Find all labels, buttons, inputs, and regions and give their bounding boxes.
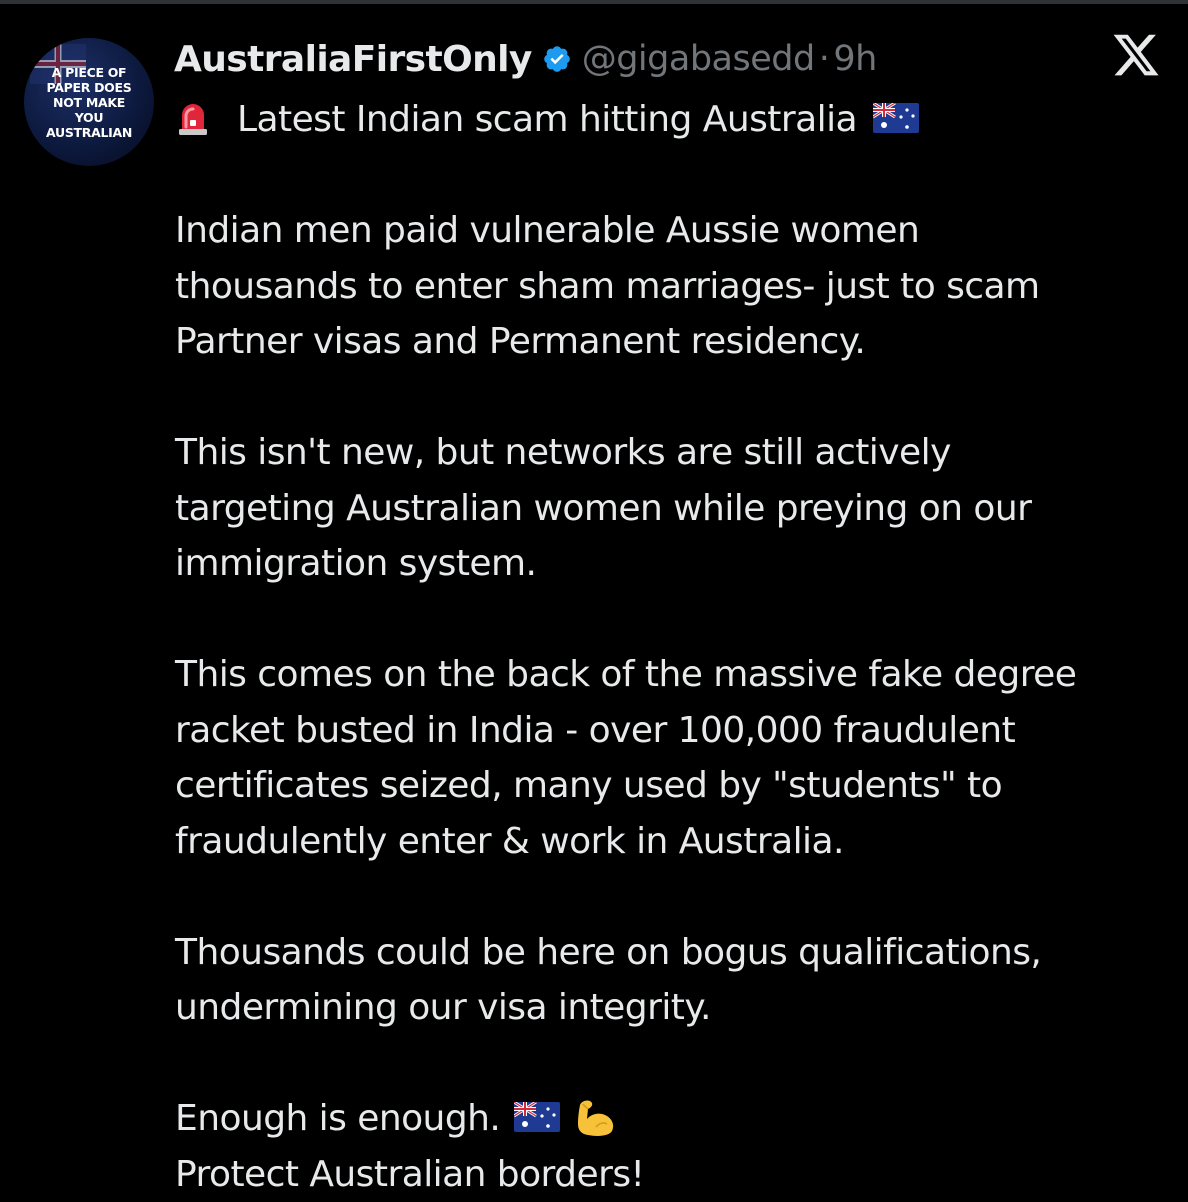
paragraph-gap bbox=[175, 869, 1175, 925]
body-line: fraudulently enter & work in Australia. bbox=[175, 814, 1175, 870]
body-line: racket busted in India - over 100,000 fr… bbox=[175, 703, 1175, 759]
body-line: targeting Australian women while preying… bbox=[175, 481, 1175, 537]
separator-dot: · bbox=[819, 39, 830, 79]
tweet-header: AustraliaFirstOnly @gigabasedd · 9h bbox=[174, 34, 877, 84]
australia-flag-icon bbox=[514, 1102, 560, 1132]
paragraph-gap bbox=[175, 148, 1175, 204]
flexed-biceps-icon bbox=[574, 1097, 618, 1137]
australia-flag-icon bbox=[873, 103, 919, 133]
avatar-text-line: NOT MAKE bbox=[24, 95, 154, 110]
avatar-text-line: A PIECE OF bbox=[24, 65, 154, 80]
verified-badge-icon bbox=[542, 44, 572, 74]
paragraph-gap bbox=[175, 370, 1175, 426]
avatar-text-line: AUSTRALIAN bbox=[24, 125, 154, 140]
body-line: Thousands could be here on bogus qualifi… bbox=[175, 925, 1175, 981]
headline-line: Latest Indian scam hitting Australia bbox=[175, 92, 1175, 148]
body-line: Partner visas and Permanent residency. bbox=[175, 314, 1175, 370]
police-siren-icon bbox=[175, 100, 211, 136]
body-line: Indian men paid vulnerable Aussie women bbox=[175, 203, 1175, 259]
avatar-text: A PIECE OF PAPER DOES NOT MAKE YOU AUSTR… bbox=[24, 65, 154, 140]
body-line: thousands to enter sham marriages- just … bbox=[175, 259, 1175, 315]
body-line: certificates seized, many used by "stude… bbox=[175, 758, 1175, 814]
body-line: This isn't new, but networks are still a… bbox=[175, 425, 1175, 481]
paragraph-gap bbox=[175, 1036, 1175, 1092]
user-handle[interactable]: @gigabasedd bbox=[582, 39, 815, 79]
closing-line: Enough is enough. bbox=[175, 1091, 1175, 1147]
body-line: This comes on the back of the massive fa… bbox=[175, 647, 1175, 703]
closing-line: Protect Australian borders! bbox=[175, 1147, 1175, 1202]
paragraph-gap bbox=[175, 592, 1175, 648]
timestamp[interactable]: 9h bbox=[833, 39, 876, 79]
avatar[interactable]: A PIECE OF PAPER DOES NOT MAKE YOU AUSTR… bbox=[24, 38, 154, 166]
closing-text: Enough is enough. bbox=[175, 1098, 500, 1139]
avatar-text-line: PAPER DOES bbox=[24, 80, 154, 95]
body-line: undermining our visa integrity. bbox=[175, 980, 1175, 1036]
tweet-text: Latest Indian scam hitting Australia bbox=[175, 92, 1175, 1202]
avatar-text-line: YOU bbox=[24, 110, 154, 125]
x-logo-icon[interactable] bbox=[1110, 30, 1162, 80]
tweet: A PIECE OF PAPER DOES NOT MAKE YOU AUSTR… bbox=[0, 0, 1188, 1200]
headline-text: Latest Indian scam hitting Australia bbox=[237, 99, 857, 140]
display-name[interactable]: AustraliaFirstOnly bbox=[174, 39, 532, 80]
body-line: immigration system. bbox=[175, 536, 1175, 592]
